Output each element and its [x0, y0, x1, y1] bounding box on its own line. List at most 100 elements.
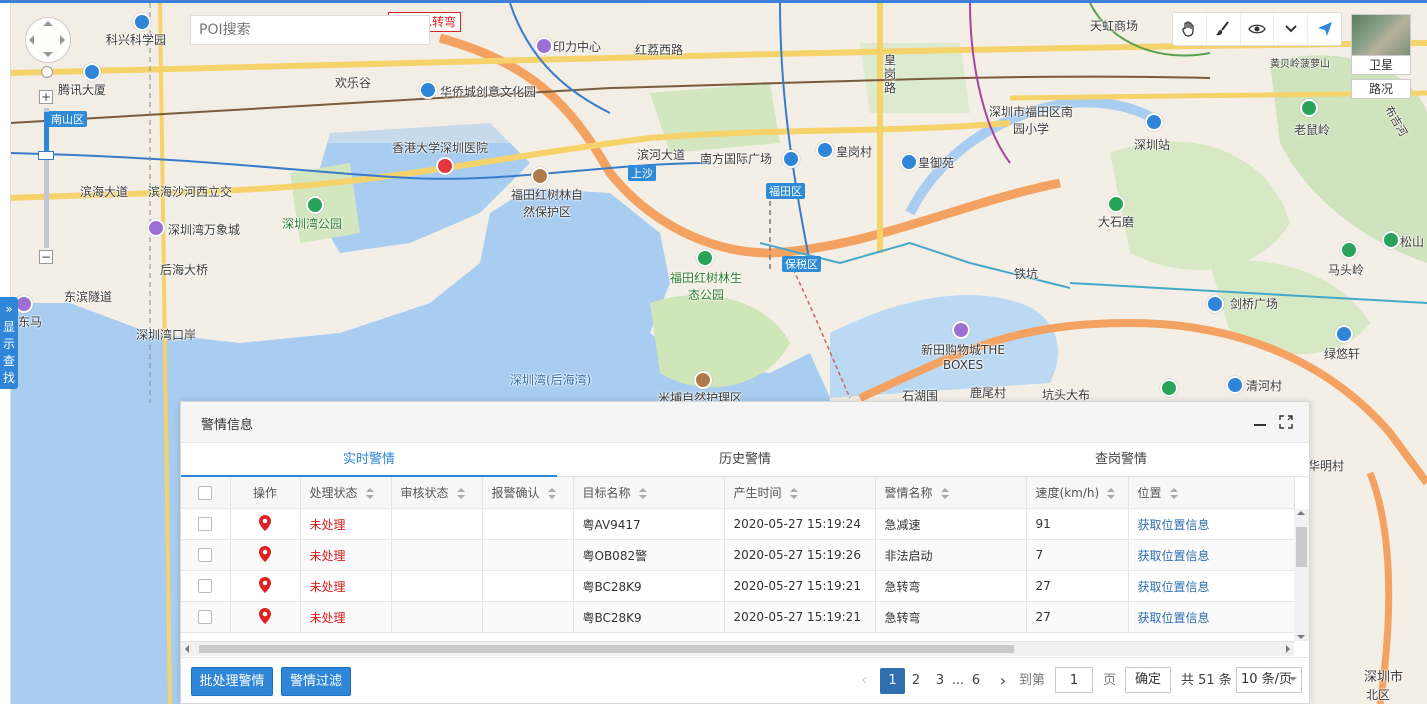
page-1[interactable]: 1 — [880, 668, 905, 694]
chevron-down-icon — [1285, 25, 1297, 33]
column-header-sortable[interactable]: 审核状态 — [391, 477, 483, 509]
tab-realtime-alarms[interactable]: 实时警情 — [181, 443, 557, 477]
poi-icon — [782, 150, 800, 168]
sort-icon[interactable] — [638, 487, 647, 500]
column-header-sortable[interactable]: 处理状态 — [300, 477, 392, 509]
row-checkbox[interactable] — [198, 579, 213, 594]
map-label: 深圳市福田区南园小学 — [988, 105, 1073, 136]
page-2[interactable]: 2 — [909, 668, 923, 694]
table-vertical-scrollbar[interactable] — [1294, 509, 1309, 641]
next-page-icon[interactable]: › — [996, 668, 1010, 694]
minimize-icon[interactable] — [1253, 415, 1267, 429]
locate-action-cell[interactable] — [230, 508, 301, 540]
map-pin-icon[interactable] — [259, 607, 271, 624]
sort-icon[interactable] — [547, 487, 556, 500]
get-location-link[interactable]: 获取位置信息 — [1128, 508, 1295, 540]
map-pin-icon[interactable] — [259, 576, 271, 593]
pan-hand-button[interactable] — [1173, 13, 1207, 45]
locate-action-cell[interactable] — [230, 539, 301, 571]
column-header-sortable[interactable]: 目标名称 — [573, 477, 725, 509]
pan-control[interactable] — [25, 17, 71, 63]
target-name-cell: 粤BC28K9 — [573, 601, 725, 633]
row-checkbox-cell[interactable] — [181, 539, 231, 571]
column-header-sortable[interactable]: 警情名称 — [875, 477, 1027, 509]
zoom-control[interactable]: + − — [37, 66, 57, 266]
poi-icon — [696, 249, 714, 267]
page-size-select[interactable]: 10 条/页 — [1236, 667, 1302, 693]
scroll-up-icon[interactable] — [1297, 511, 1305, 515]
map-label: 香港大学深圳医院 — [392, 141, 489, 155]
poi-icon — [694, 371, 712, 389]
batch-process-button[interactable]: 批处理警情 — [191, 667, 273, 696]
pan-left-icon[interactable] — [29, 35, 34, 45]
row-checkbox[interactable] — [198, 548, 213, 563]
poi-icon — [1107, 195, 1125, 213]
row-checkbox-cell[interactable] — [181, 508, 231, 540]
maximize-icon[interactable] — [1279, 415, 1293, 429]
horizontal-scroll-thumb[interactable] — [199, 645, 1014, 653]
row-checkbox[interactable] — [198, 610, 213, 625]
zoom-out-button[interactable]: − — [39, 250, 53, 264]
sort-icon[interactable] — [1107, 487, 1116, 500]
scroll-down-icon[interactable] — [1297, 635, 1305, 639]
poi-search-box[interactable] — [190, 15, 430, 45]
brush-tool-button[interactable] — [1207, 13, 1241, 45]
view-toggle-button[interactable] — [1241, 13, 1275, 45]
zoom-in-button[interactable]: + — [39, 90, 53, 104]
goto-confirm-button[interactable]: 确定 — [1125, 667, 1171, 693]
alarm-filter-button[interactable]: 警情过滤 — [281, 667, 351, 696]
scroll-right-icon[interactable] — [1286, 645, 1290, 653]
column-header-sortable[interactable]: 速度(km/h) — [1026, 477, 1129, 509]
map-label: 东滨隧道 — [64, 290, 113, 304]
time-cell: 2020-05-27 15:19:24 — [724, 508, 876, 540]
sort-icon[interactable] — [456, 487, 465, 500]
map-pin-icon[interactable] — [259, 514, 271, 531]
table-row[interactable]: 未处理 粤AV9417 2020-05-27 15:19:24 急减速 91 获取位置信息 — [181, 508, 1295, 540]
navigate-button[interactable] — [1308, 13, 1341, 45]
satellite-thumbnail[interactable] — [1351, 14, 1411, 56]
locate-icon[interactable] — [41, 66, 53, 78]
sort-icon[interactable] — [789, 487, 798, 500]
tab-patrol-alarms[interactable]: 查岗警情 — [933, 443, 1309, 476]
get-location-link[interactable]: 获取位置信息 — [1128, 570, 1295, 602]
scroll-left-icon[interactable] — [185, 645, 189, 653]
pan-up-icon[interactable] — [43, 21, 53, 26]
table-row[interactable]: 未处理 粤BC28K9 2020-05-27 15:19:21 急转弯 27 获取位置信息 — [181, 570, 1295, 602]
table-row[interactable]: 未处理 粤BC28K9 2020-05-27 15:19:21 急转弯 27 获取位置信息 — [181, 601, 1295, 633]
alarm-name-cell: 非法启动 — [875, 539, 1027, 571]
row-checkbox[interactable] — [198, 517, 213, 532]
satellite-label[interactable]: 卫星 — [1351, 56, 1411, 75]
map-pin-icon[interactable] — [259, 545, 271, 562]
traffic-toggle[interactable]: 路况 — [1351, 79, 1411, 99]
page-3[interactable]: 3 — [933, 668, 947, 694]
column-header-label: 位置 — [1137, 486, 1162, 500]
get-location-link[interactable]: 获取位置信息 — [1128, 539, 1295, 571]
column-header-sortable[interactable]: 产生时间 — [724, 477, 876, 509]
get-location-link[interactable]: 获取位置信息 — [1128, 601, 1295, 633]
column-header-sortable[interactable]: 位置 — [1128, 477, 1295, 509]
sort-icon[interactable] — [1169, 487, 1178, 500]
select-all-checkbox-cell[interactable] — [181, 477, 231, 509]
pan-down-icon[interactable] — [43, 52, 53, 57]
column-header-sortable[interactable]: 报警确认 — [482, 477, 574, 509]
prev-page-icon[interactable]: ‹ — [857, 668, 871, 694]
select-all-checkbox[interactable] — [198, 485, 213, 500]
locate-action-cell[interactable] — [230, 601, 301, 633]
table-row[interactable]: 未处理 粤OB082警 2020-05-27 15:19:26 非法启动 7 获取位置信息 — [181, 539, 1295, 571]
page-6[interactable]: 6 — [969, 668, 983, 694]
pan-right-icon[interactable] — [60, 35, 65, 45]
more-tools-button[interactable] — [1274, 13, 1309, 45]
zoom-slider-handle[interactable] — [38, 151, 54, 160]
tab-history-alarms[interactable]: 历史警情 — [557, 443, 933, 476]
goto-page-input[interactable]: 1 — [1055, 667, 1093, 693]
poi-search-input[interactable] — [191, 16, 429, 44]
table-horizontal-scrollbar[interactable] — [181, 641, 1294, 656]
sort-icon[interactable] — [365, 487, 374, 500]
show-search-toggle[interactable]: » 显示查找 — [0, 297, 18, 389]
locate-action-cell[interactable] — [230, 570, 301, 602]
row-checkbox-cell[interactable] — [181, 570, 231, 602]
top-accent-bar — [0, 0, 1427, 3]
row-checkbox-cell[interactable] — [181, 601, 231, 633]
sort-icon[interactable] — [940, 487, 949, 500]
vertical-scroll-thumb[interactable] — [1296, 527, 1307, 567]
